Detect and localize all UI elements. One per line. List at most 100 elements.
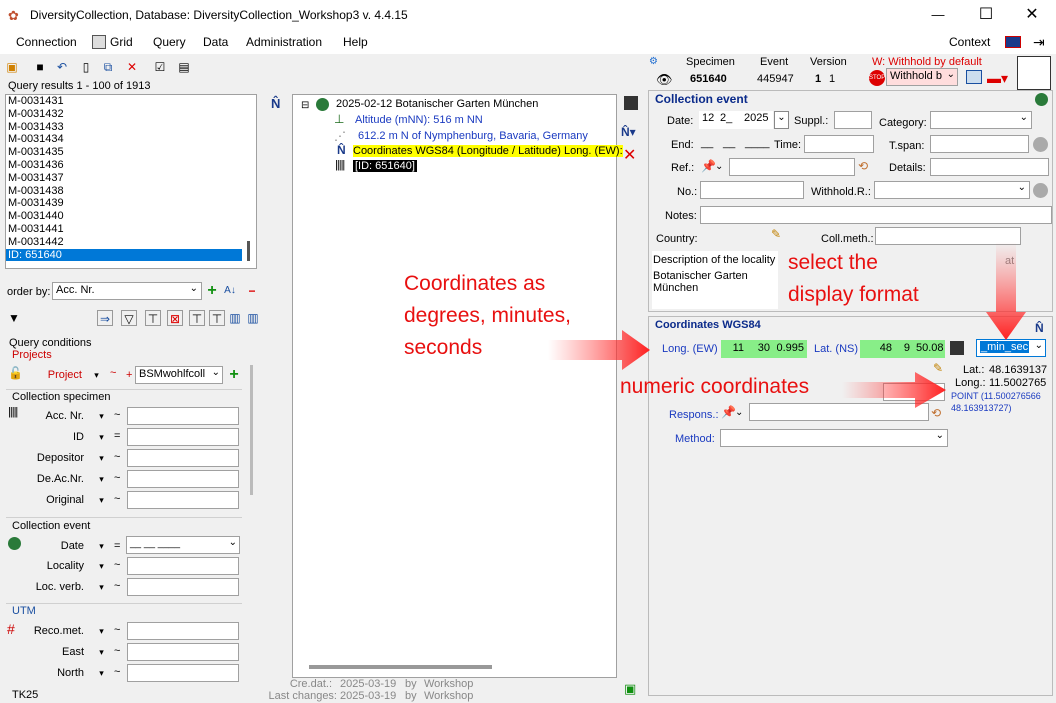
n-dropdown-icon[interactable]: N̂▾ — [621, 125, 636, 139]
tree-collapse-icon[interactable]: ⊟ — [301, 100, 309, 111]
pin-icon[interactable]: 📌 — [721, 405, 736, 419]
sort-icon[interactable]: A↓ — [222, 283, 238, 299]
condition-input[interactable] — [127, 622, 239, 640]
date-op-dropdown[interactable]: ▾ — [95, 538, 108, 554]
tree-altitude[interactable]: Altitude (mNN): 516 m NN — [355, 114, 483, 126]
list-item[interactable]: M-0031431 — [6, 95, 256, 108]
list-icon[interactable]: ▥ — [227, 310, 243, 326]
image-icon[interactable] — [966, 70, 982, 84]
list-item[interactable]: M-0031439 — [6, 197, 256, 210]
condition-op-dropdown[interactable]: ▾ — [95, 558, 108, 574]
dash-dropdown-icon[interactable]: ▬▾ — [987, 70, 1008, 87]
lat-seconds[interactable]: 50.08 — [913, 340, 945, 358]
display-format-select[interactable]: _min_sec ⌄ — [976, 339, 1046, 357]
tree-coordinates[interactable]: Coordinates WGS84 (Longitude / Latitude)… — [353, 145, 623, 157]
lat-degrees[interactable]: 48 — [860, 340, 895, 358]
edit-icon[interactable]: ✎ — [933, 361, 943, 375]
collapse-icon[interactable]: ▼ — [6, 310, 22, 326]
category-select[interactable]: ⌄ — [930, 111, 1032, 129]
list-item[interactable]: M-0031437 — [6, 172, 256, 185]
no-input[interactable] — [700, 181, 804, 199]
menu-data[interactable]: Data — [203, 35, 228, 49]
tree-place[interactable]: 612.2 m N of Nymphenburg, Bavaria, Germa… — [358, 130, 588, 142]
condition-input[interactable] — [127, 664, 239, 682]
condition-op-dropdown[interactable]: ▾ — [95, 644, 108, 660]
end-day[interactable]: __ — [701, 137, 713, 149]
save-icon[interactable] — [950, 341, 964, 355]
list-scrollbar[interactable] — [247, 241, 250, 261]
delete-icon[interactable]: ✕ — [623, 145, 636, 165]
date-dropdown-icon[interactable]: ⌄ — [774, 111, 789, 129]
time-input[interactable] — [804, 135, 874, 153]
vertical-scrollbar[interactable] — [250, 365, 253, 495]
condition-op-dropdown[interactable]: ▾ — [95, 623, 108, 639]
condition-input[interactable] — [127, 407, 239, 425]
notes-input[interactable] — [700, 206, 1052, 224]
new-query-icon[interactable]: ▣ — [4, 59, 20, 75]
checkbox-icon[interactable]: ☑ — [152, 59, 168, 75]
order-by-select[interactable]: Acc. Nr. ⌄ — [52, 282, 202, 300]
condition-op-dropdown[interactable]: ▾ — [95, 665, 108, 681]
list-item[interactable]: M-0031432 — [6, 108, 256, 121]
condition-op-dropdown[interactable]: ▾ — [95, 471, 108, 487]
tree-root[interactable]: 2025-02-12 Botanischer Garten München — [336, 98, 538, 110]
horizontal-scrollbar[interactable] — [309, 665, 492, 669]
list-alt-icon[interactable]: ▥ — [245, 310, 261, 326]
country-input[interactable] — [700, 229, 770, 247]
project-op-dropdown[interactable]: ▾ — [90, 367, 103, 383]
condition-input[interactable] — [127, 643, 239, 661]
condition-input[interactable] — [127, 428, 239, 446]
condition-op-dropdown[interactable]: ▾ — [95, 408, 108, 424]
lat-minutes[interactable]: 9 — [895, 340, 913, 358]
collmeth-input[interactable] — [875, 227, 1021, 245]
link-icon[interactable]: ⟲ — [858, 159, 868, 173]
suppl-input[interactable] — [834, 111, 872, 129]
condition-op-dropdown[interactable]: ▾ — [95, 492, 108, 508]
withhold-r-select[interactable]: ⌄ — [874, 181, 1030, 199]
list-item[interactable]: M-0031436 — [6, 159, 256, 172]
query-results-list[interactable]: M-0031431 M-0031432 M-0031433 M-0031434 M-00… — [5, 94, 257, 269]
condition-op-dropdown[interactable]: ▾ — [95, 450, 108, 466]
tree-id[interactable]: [ID: 651640] — [353, 160, 417, 172]
menu-context[interactable]: Context — [949, 35, 990, 49]
add-icon[interactable]: + — [204, 283, 220, 299]
add-project-icon[interactable]: + — [226, 367, 242, 383]
event-day[interactable]: 12 — [699, 111, 717, 129]
list-item[interactable]: M-0031441 — [6, 223, 256, 236]
respons-dropdown-icon[interactable]: ⌄ — [735, 407, 743, 418]
long-seconds[interactable]: 0.995 — [773, 340, 807, 358]
filter-option-icon[interactable]: ⊤ — [209, 310, 225, 326]
panel-layout-icon[interactable] — [1017, 56, 1051, 90]
filter-other-icon[interactable]: ⊤ — [189, 310, 205, 326]
date-input[interactable]: __ __ ____ ⌄ — [126, 536, 240, 554]
condition-op-dropdown[interactable]: ▾ — [95, 429, 108, 445]
filter-add-icon[interactable]: ⊤ — [145, 310, 161, 326]
uk-flag-icon[interactable] — [1005, 36, 1021, 48]
method-select[interactable]: ⌄ — [720, 429, 948, 447]
menu-administration[interactable]: Administration — [246, 35, 322, 49]
maximize-button[interactable]: ☐ — [966, 4, 1006, 28]
long-minutes[interactable]: 30 — [747, 340, 773, 358]
respons-input[interactable] — [749, 403, 929, 421]
undo-icon[interactable]: ↶ — [54, 59, 70, 75]
list-item[interactable]: M-0031433 — [6, 121, 256, 134]
tree-n-icon[interactable]: N̂ — [271, 96, 280, 111]
remove-icon[interactable]: − — [244, 283, 260, 299]
condition-input[interactable] — [127, 491, 239, 509]
save-icon[interactable] — [624, 96, 638, 110]
filter-icon[interactable]: ▽ — [121, 310, 137, 326]
list-item-selected[interactable]: ID: 651640 — [6, 248, 242, 262]
event-month[interactable]: 2_ — [717, 111, 741, 129]
delete-icon[interactable]: ✕ — [124, 59, 140, 75]
copy-icon[interactable]: ⧉ — [100, 59, 116, 75]
condition-op-dropdown[interactable]: ▾ — [95, 579, 108, 595]
project-select[interactable]: BSMwohlfcoll ⌄ — [135, 366, 223, 384]
long-degrees[interactable]: 11 — [721, 340, 747, 358]
end-year[interactable]: ____ — [745, 137, 769, 149]
grid-view-icon[interactable]: ▤ — [176, 59, 192, 75]
ref-dropdown-icon[interactable]: ⌄ — [715, 161, 723, 172]
tspan-input[interactable] — [930, 135, 1029, 153]
add-note-icon[interactable]: ▣ — [624, 681, 636, 697]
condition-input[interactable] — [127, 557, 239, 575]
condition-input[interactable] — [127, 470, 239, 488]
